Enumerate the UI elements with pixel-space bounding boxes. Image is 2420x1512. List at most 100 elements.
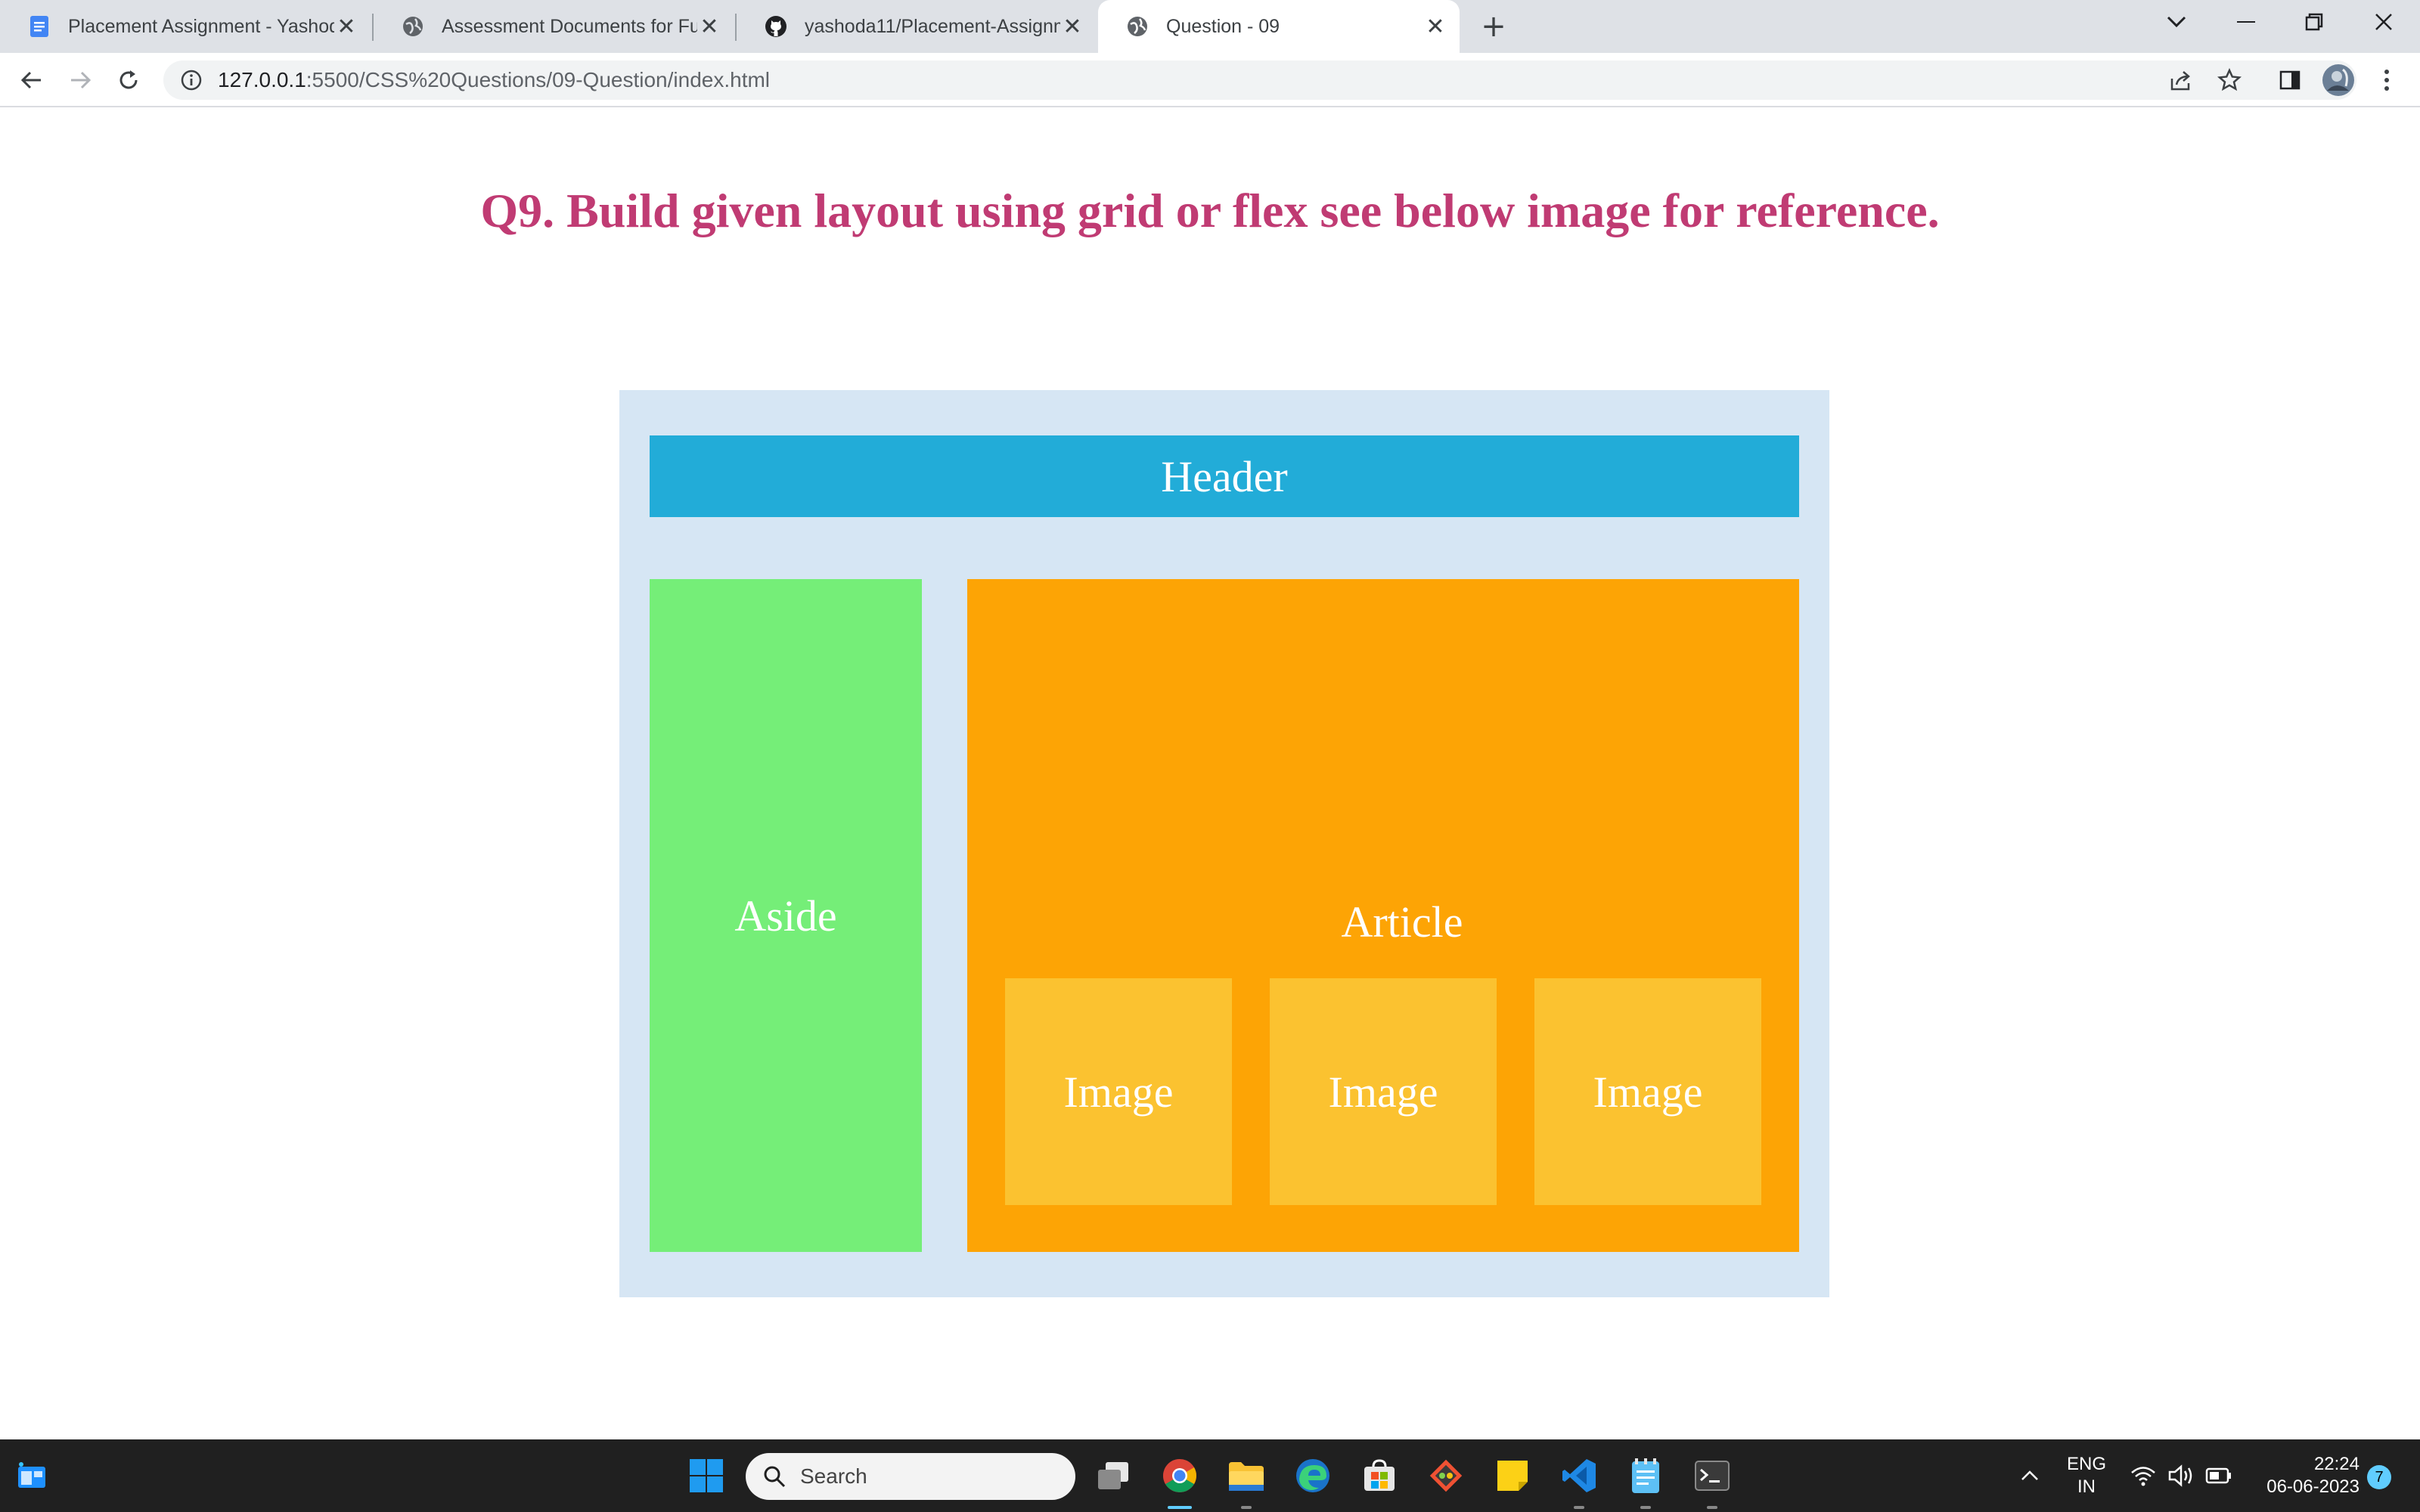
layout-aside: Aside	[650, 579, 922, 1252]
tab-github-repo[interactable]: yashoda11/Placement-Assignme ✕	[737, 0, 1097, 53]
clock-time: 22:24	[2313, 1454, 2360, 1474]
task-view-icon	[1098, 1462, 1128, 1489]
git-gui-button[interactable]	[1425, 1455, 1467, 1497]
star-icon	[2217, 68, 2242, 91]
forward-button[interactable]	[64, 64, 97, 97]
file-explorer-button[interactable]	[1225, 1455, 1267, 1497]
reload-button[interactable]	[112, 64, 145, 97]
git-icon	[1429, 1459, 1463, 1492]
notepad-button[interactable]	[1624, 1455, 1667, 1497]
tab-assessment-documents[interactable]: Assessment Documents for Full S ✕	[374, 0, 734, 53]
image-box: Image	[1534, 978, 1761, 1205]
share-icon	[2170, 71, 2190, 91]
vscode-icon	[1562, 1459, 1596, 1492]
arrow-left-icon	[20, 71, 41, 89]
tab-title: Question - 09	[1166, 15, 1280, 37]
tab-placement-assignment[interactable]: Placement Assignment - Yashoda ✕	[0, 0, 371, 53]
share-button[interactable]	[2164, 64, 2198, 97]
restore-icon	[2305, 13, 2323, 31]
profile-avatar[interactable]	[2322, 64, 2355, 97]
reload-icon	[119, 70, 138, 89]
arrow-right-icon	[71, 71, 92, 89]
widgets-button[interactable]	[11, 1455, 53, 1497]
chrome-taskbar-button[interactable]	[1159, 1455, 1201, 1497]
url-path: :5500/CSS%20Questions/09-Question/index.…	[306, 68, 771, 91]
address-bar[interactable]: 127.0.0.1:5500/CSS%20Questions/09-Questi…	[163, 60, 2356, 100]
more-vertical-icon	[2384, 70, 2389, 91]
tab-title: Assessment Documents for Full S	[442, 15, 697, 37]
show-hidden-icons-button[interactable]	[2009, 1455, 2051, 1497]
store-icon	[1364, 1459, 1395, 1491]
image-box: Image	[1005, 978, 1232, 1205]
edge-icon	[1296, 1459, 1329, 1492]
windows-taskbar: Search ENG IN 22:24 06-06-2023 7	[0, 1439, 2420, 1512]
globe-icon	[401, 14, 425, 39]
bookmark-button[interactable]	[2213, 64, 2246, 97]
region-code: IN	[2077, 1476, 2096, 1497]
sticky-notes-icon	[1497, 1461, 1528, 1491]
minimize-icon	[2237, 21, 2255, 23]
close-icon[interactable]: ✕	[1423, 14, 1447, 40]
article-label: Article	[1341, 897, 1463, 947]
folder-icon	[1229, 1462, 1264, 1491]
chevron-down-icon	[2167, 16, 2186, 28]
network-status[interactable]	[2122, 1455, 2164, 1497]
clock-date: 06-06-2023	[2266, 1476, 2360, 1497]
battery-status[interactable]	[2198, 1455, 2240, 1497]
terminal-button[interactable]	[1691, 1455, 1733, 1497]
back-button[interactable]	[15, 64, 48, 97]
sticky-notes-button[interactable]	[1491, 1455, 1534, 1497]
side-panel-icon	[2279, 70, 2301, 90]
tab-question-09[interactable]: Question - 09 ✕	[1098, 0, 1460, 53]
running-app-indicator	[1574, 1506, 1584, 1509]
clock[interactable]: 22:24 06-06-2023	[2238, 1453, 2360, 1498]
layout-container: Header Aside Article Image Image Image	[619, 390, 1829, 1297]
taskbar-search[interactable]: Search	[746, 1453, 1075, 1500]
volume-status[interactable]	[2160, 1455, 2202, 1497]
tab-title: Placement Assignment - Yashoda	[68, 15, 334, 37]
page-viewport: Q9. Build given layout using grid or fle…	[0, 109, 2420, 1439]
tab-search-button[interactable]	[2146, 0, 2207, 44]
tab-strip: Placement Assignment - Yashoda ✕ Assessm…	[0, 0, 2420, 53]
close-icon	[2375, 14, 2392, 30]
edge-button[interactable]	[1292, 1455, 1334, 1497]
speaker-icon	[2168, 1464, 2192, 1487]
layout-header: Header	[650, 435, 1799, 517]
side-panel-button[interactable]	[2273, 64, 2307, 97]
close-window-button[interactable]	[2353, 0, 2414, 44]
running-app-indicator	[1241, 1506, 1252, 1509]
chrome-icon	[1163, 1459, 1196, 1492]
language-code: ENG	[2066, 1454, 2106, 1474]
battery-icon	[2205, 1467, 2231, 1484]
close-icon[interactable]: ✕	[697, 14, 721, 40]
search-placeholder: Search	[800, 1464, 867, 1488]
tab-title: yashoda11/Placement-Assignme	[805, 15, 1060, 37]
image-box: Image	[1270, 978, 1497, 1205]
notification-count: 7	[2375, 1468, 2384, 1486]
restore-button[interactable]	[2284, 0, 2344, 44]
running-app-indicator	[1707, 1506, 1717, 1509]
chevron-up-icon	[2021, 1470, 2038, 1480]
close-icon[interactable]: ✕	[1060, 14, 1084, 40]
windows-icon	[690, 1459, 723, 1492]
task-view-button[interactable]	[1092, 1455, 1134, 1497]
notification-badge[interactable]: 7	[2367, 1465, 2391, 1489]
info-icon[interactable]	[180, 69, 203, 91]
microsoft-store-button[interactable]	[1358, 1455, 1401, 1497]
browser-menu-button[interactable]	[2370, 64, 2403, 97]
minimize-button[interactable]	[2216, 0, 2276, 44]
search-icon	[764, 1466, 786, 1488]
page-title: Q9. Build given layout using grid or fle…	[480, 184, 1940, 237]
new-tab-button[interactable]: +	[1475, 8, 1512, 45]
wifi-icon	[2131, 1467, 2155, 1486]
layout-article: Article Image Image Image	[967, 579, 1799, 1252]
url-text: 127.0.0.1:5500/CSS%20Questions/09-Questi…	[218, 68, 770, 92]
language-indicator[interactable]: ENG IN	[2062, 1453, 2111, 1498]
active-app-indicator	[1168, 1506, 1192, 1509]
close-icon[interactable]: ✕	[334, 14, 358, 40]
start-button[interactable]	[685, 1455, 728, 1497]
avatar	[2322, 64, 2354, 96]
url-host: 127.0.0.1	[218, 68, 306, 91]
vscode-button[interactable]	[1558, 1455, 1600, 1497]
notepad-icon	[1632, 1458, 1659, 1493]
